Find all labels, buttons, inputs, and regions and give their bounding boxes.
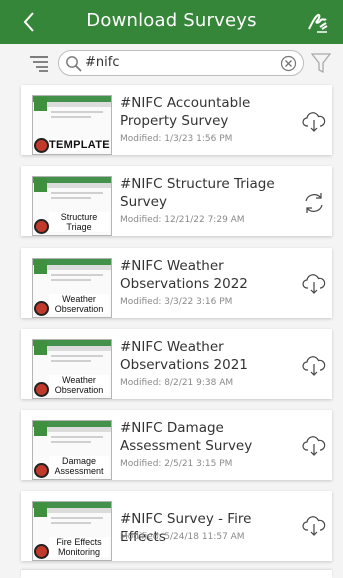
menu-icon[interactable] [30,54,48,72]
nifc-logo-icon [34,301,49,316]
cloud-download-icon[interactable] [302,109,326,133]
survey-card[interactable]: Structure Triage #NIFC Structure Triage … [21,166,332,236]
cloud-download-icon[interactable] [302,433,326,457]
survey-card[interactable]: Damage Assessment #NIFC Damage Assessmen… [21,410,332,480]
survey-modified: Modified: 12/21/22 7:29 AM [120,215,245,225]
survey-title: #NIFC Weather Observations 2021 [120,339,248,373]
survey-thumbnail: Damage Assessment [32,420,112,480]
search-icon [66,56,82,72]
thumbnail-label: Fire Effects Monitoring [49,537,109,557]
back-icon[interactable] [18,10,42,34]
survey-title: #NIFC Damage Assessment Survey [120,420,253,454]
survey-thumbnail: Weather Observation [32,258,112,318]
clear-icon[interactable] [280,55,297,72]
signature-icon[interactable] [305,9,331,35]
thumbnail-label: Weather Observation [49,294,109,314]
sync-icon[interactable] [302,191,326,215]
survey-thumbnail: TEMPLATE [32,95,112,155]
survey-thumbnail: Weather Observation [32,339,112,399]
search-input[interactable]: #nifc [58,50,304,76]
survey-card[interactable]: TEMPLATE #NIFC Accountable Property Surv… [21,85,332,155]
thumbnail-label: Damage Assessment [49,456,109,476]
cloud-download-icon[interactable] [302,513,326,537]
survey-modified: Modified: 3/3/22 3:16 PM [120,297,233,307]
app-header: Download Surveys [0,0,343,44]
cloud-download-icon[interactable] [302,353,326,377]
survey-title: #NIFC Structure Triage Survey [120,176,275,210]
survey-modified: Modified: 8/2/21 9:38 AM [120,378,234,388]
nifc-logo-icon [34,219,49,234]
page-title: Download Surveys [86,10,257,31]
nifc-logo-icon [34,544,49,559]
filter-icon[interactable] [311,52,331,74]
thumbnail-label: TEMPLATE [49,139,110,151]
thumbnail-label: Structure Triage [49,212,109,232]
survey-thumbnail: Fire Effects Monitoring [32,501,112,561]
survey-modified: Modified: 1/3/23 1:56 PM [120,134,233,144]
survey-modified: Modified: 2/5/21 3:15 PM [120,459,233,469]
survey-title: #NIFC Weather Observations 2022 [120,258,248,292]
survey-card[interactable]: Fire Effects Monitoring #NIFC Survey - F… [21,491,332,561]
next-card-edge [21,570,332,578]
cloud-download-icon[interactable] [302,271,326,295]
survey-card[interactable]: Weather Observation #NIFC Weather Observ… [21,248,332,318]
survey-card[interactable]: Weather Observation #NIFC Weather Observ… [21,329,332,399]
nifc-logo-icon [34,382,49,397]
thumbnail-label: Weather Observation [49,375,109,395]
survey-modified: Modified: 5/24/18 11:57 AM [120,532,245,542]
nifc-logo-icon [34,463,49,478]
survey-title: #NIFC Accountable Property Survey [120,95,251,129]
survey-thumbnail: Structure Triage [32,176,112,236]
nifc-logo-icon [34,138,49,153]
search-query: #nifc [85,55,120,70]
